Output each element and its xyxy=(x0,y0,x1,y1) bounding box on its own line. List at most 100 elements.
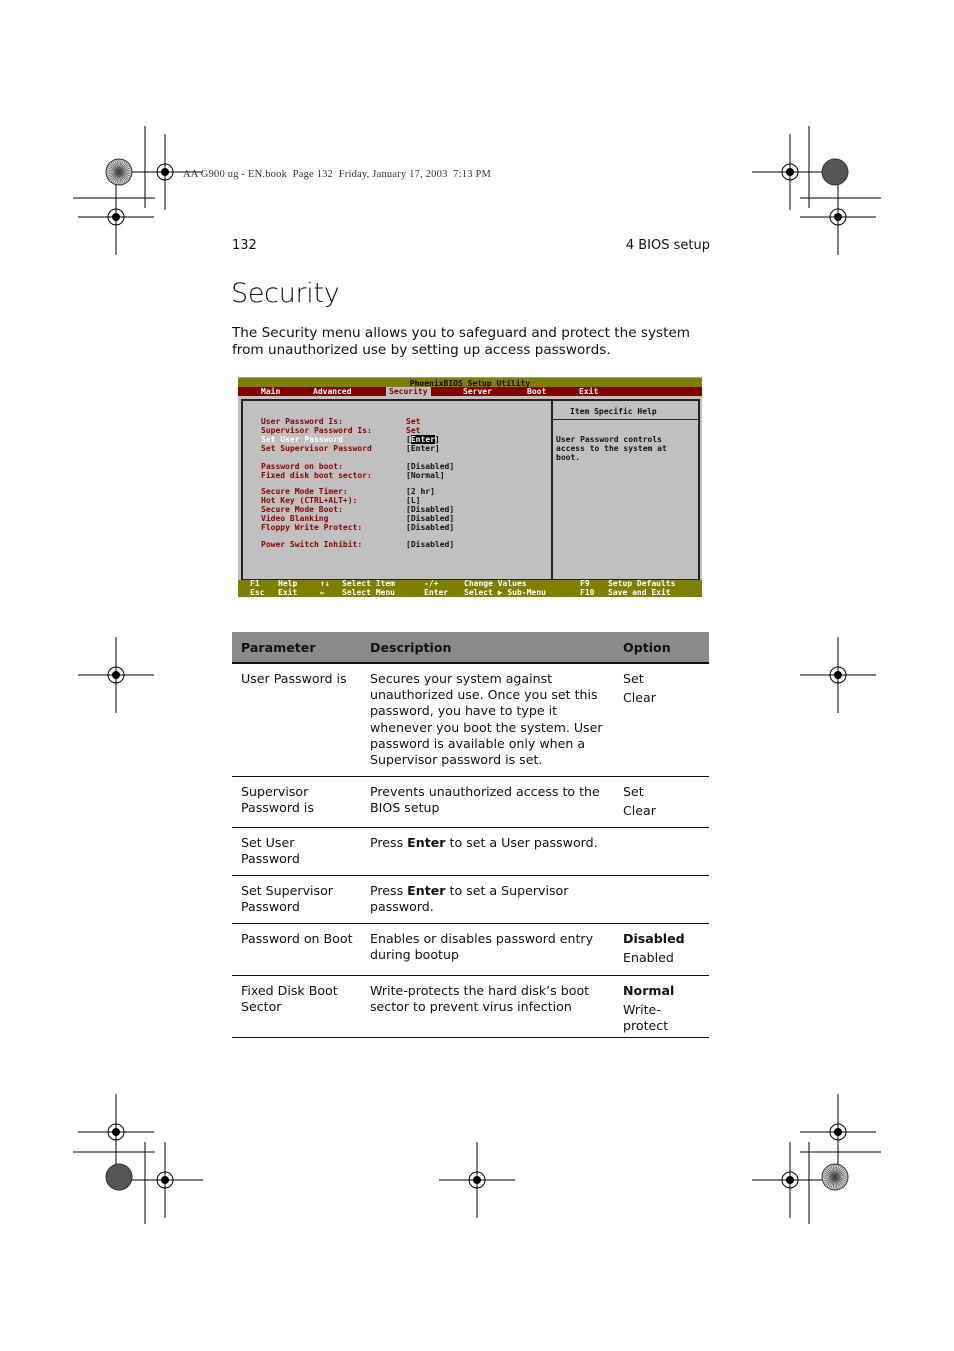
target-disk-icon xyxy=(821,158,849,186)
table-row: Set User Password Press Enter to set a Us… xyxy=(232,827,709,876)
option: Clear xyxy=(623,802,656,818)
description-cell: Write-protects the hard disk’s boot sect… xyxy=(361,975,614,1039)
bios-tab: Exit xyxy=(579,387,599,396)
help-text: access to the system at xyxy=(556,444,667,453)
description-text: Press xyxy=(370,882,408,898)
description-text: Enables or disables password entry durin… xyxy=(370,930,594,962)
crosshair-icon xyxy=(112,213,120,221)
crosshair-icon xyxy=(161,168,169,176)
parameter-table: Parameter Description Option User Passwo… xyxy=(232,632,709,1039)
parameter-cell: Supervisor Password is xyxy=(232,776,361,828)
crosshair-icon xyxy=(786,1176,794,1184)
crosshair-icon xyxy=(786,168,794,176)
default-option: Disabled xyxy=(623,930,685,946)
intro-paragraph: The Security menu allows you to safeguar… xyxy=(232,325,691,358)
divider xyxy=(551,401,553,579)
description-text: Write-protects the hard disk’s boot sect… xyxy=(370,982,590,1014)
parameter-cell: User Password is xyxy=(232,663,361,777)
bios-item-value: [L] xyxy=(406,496,421,505)
chapter-header: 4 BIOS setup xyxy=(625,238,710,253)
bios-item-label: Supervisor Password Is: xyxy=(261,426,372,435)
bold-key: Enter xyxy=(407,834,446,850)
option-cell xyxy=(614,875,709,924)
bold-key: Enter xyxy=(407,882,446,898)
divider xyxy=(553,419,698,420)
option: Write-protect xyxy=(623,1001,669,1033)
bios-footer: F1 Help ↑↓ Select Item -/+ Change Values F9 Set… xyxy=(238,579,702,597)
bios-tab: Advanced xyxy=(313,387,352,396)
footer-key: F10 xyxy=(580,587,595,597)
crosshair-icon xyxy=(834,1128,842,1136)
option: Set xyxy=(623,783,644,799)
description-cell: Prevents unauthorized access to the BIOS… xyxy=(361,776,614,828)
table-row: Password on Boot Enables or disables pass… xyxy=(232,923,709,976)
bios-item-label: Secure Mode Timer: xyxy=(261,487,348,496)
bios-item-label: Fixed disk boot sector: xyxy=(261,471,372,480)
option: Set xyxy=(623,671,644,686)
option-cell: Set Clear xyxy=(614,776,709,828)
bios-item-label: Hot Key (CTRL+ALT+): xyxy=(261,496,358,505)
help-text: boot. xyxy=(556,453,581,462)
bios-tab: Main xyxy=(261,387,281,396)
option: Clear xyxy=(623,690,656,706)
table-row: Fixed Disk Boot Sector Write-protects the… xyxy=(232,975,709,1039)
bios-item-label: Power Switch Inhibit: xyxy=(261,540,363,549)
bios-body: Item Specific Help User Password Is: Set S… xyxy=(241,399,700,581)
target-disk-icon xyxy=(105,1163,133,1191)
print-stamp: AA G900 ug - EN.book Page 132 Friday, Ja… xyxy=(183,169,492,180)
bios-item-value: [Disabled] xyxy=(406,462,455,471)
crosshair-icon xyxy=(834,671,842,679)
bios-item-value: [Disabled] xyxy=(406,523,455,532)
default-option: Normal xyxy=(623,982,675,998)
header-parameter: Parameter xyxy=(232,632,361,664)
option-cell: Disabled Enabled xyxy=(614,923,709,976)
help-text: User Password controls xyxy=(556,435,662,444)
description-text: Press xyxy=(370,834,408,850)
option-cell xyxy=(614,827,709,876)
option-cell: Set Clear xyxy=(614,663,709,777)
bios-item-label: User Password Is: xyxy=(261,417,343,426)
bios-item-label: Secure Mode Boot: xyxy=(261,505,343,514)
footer-key: ← xyxy=(320,587,325,597)
description-cell: Press Enter to set a User password. xyxy=(361,827,614,876)
footer-key: Select ▶ Sub-Menu xyxy=(464,587,546,597)
bios-item-value: [Disabled] xyxy=(406,514,455,523)
footer-key: Select Menu xyxy=(342,587,395,597)
page-title: Security xyxy=(231,278,340,309)
header-option: Option xyxy=(614,632,709,664)
footer-key: Exit xyxy=(278,587,298,597)
bios-item-value: [Disabled] xyxy=(406,505,455,514)
bios-item-label: Floppy Write Protect: xyxy=(261,523,363,532)
bios-tab: Boot xyxy=(527,387,547,396)
description-cell: Secures your system against unauthorized… xyxy=(361,663,614,777)
description-text: Prevents unauthorized access to the BIOS… xyxy=(370,783,600,815)
description-text: to set a User password. xyxy=(445,834,598,850)
description-text: Secures your system against unauthorized… xyxy=(370,671,603,768)
bios-tab: Security xyxy=(386,387,431,396)
option: Enabled xyxy=(623,949,674,965)
highlighted-value: Enter xyxy=(410,435,435,444)
crosshair-icon xyxy=(834,213,842,221)
help-title: Item Specific Help xyxy=(570,407,657,416)
crosshair-icon xyxy=(112,671,120,679)
bios-item-value: [Enter] xyxy=(406,444,440,453)
bios-item-label: Set User Password xyxy=(261,435,343,444)
footer-key: Enter xyxy=(424,587,449,597)
parameter-cell: Password on Boot xyxy=(232,923,361,976)
bios-tab: Server xyxy=(463,387,492,396)
bios-item-value: [2 hr] xyxy=(406,487,435,496)
crosshair-icon xyxy=(473,1176,481,1184)
footer-key: Save and Exit xyxy=(608,587,671,597)
bios-item-label: Password on boot: xyxy=(261,462,343,471)
footer-key: Esc xyxy=(250,587,265,597)
table-row: Set Supervisor Password Press Enter to se… xyxy=(232,875,709,924)
description-cell: Enables or disables password entry durin… xyxy=(361,923,614,976)
bios-item-label: Video Blanking xyxy=(261,514,329,523)
parameter-cell: Set User Password xyxy=(232,827,361,876)
bios-item-value: [Normal] xyxy=(406,471,445,480)
table-row: User Password is Secures your system agai… xyxy=(232,663,709,777)
bios-item-value: Set xyxy=(406,426,421,435)
bios-item-value: [Disabled] xyxy=(406,540,455,549)
crosshair-icon xyxy=(161,1176,169,1184)
parameter-cell: Fixed Disk Boot Sector xyxy=(232,975,361,1039)
